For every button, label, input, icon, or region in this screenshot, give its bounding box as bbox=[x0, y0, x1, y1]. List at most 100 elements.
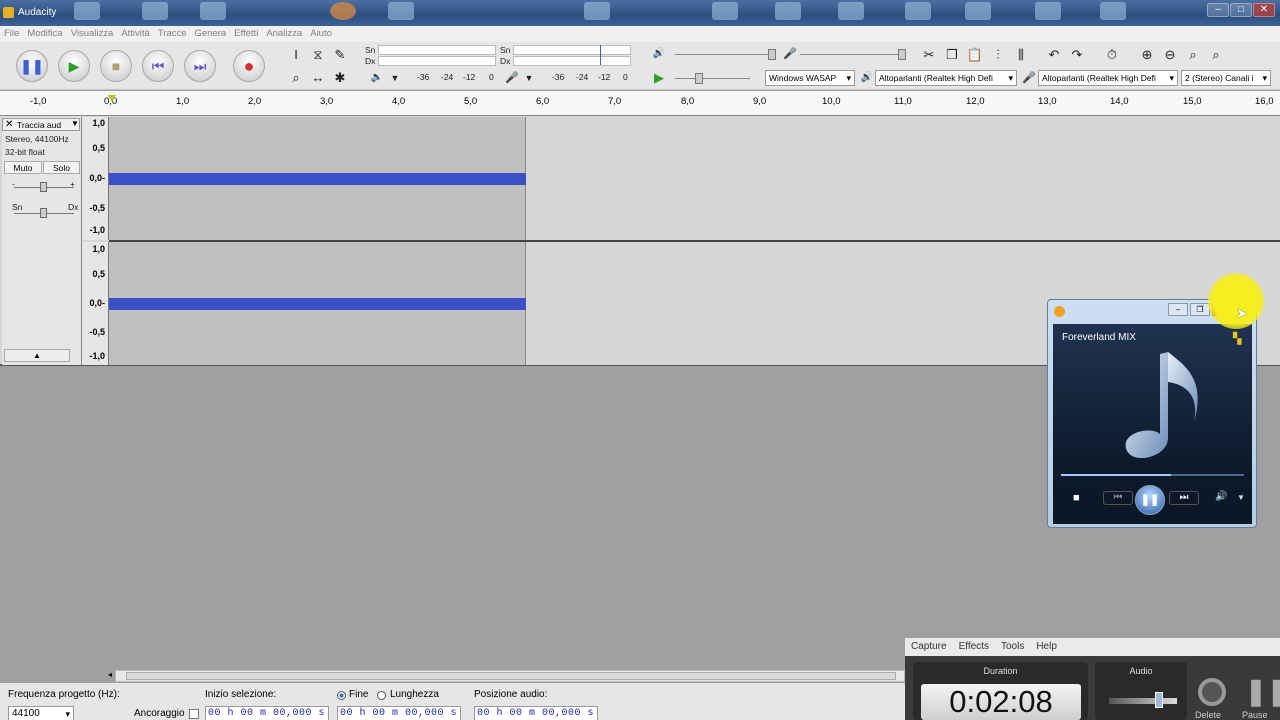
waveform-channel-left[interactable] bbox=[109, 117, 1280, 240]
play-speed-thumb[interactable] bbox=[695, 73, 703, 84]
input-volume-slider[interactable] bbox=[800, 54, 905, 55]
output-volume-slider[interactable] bbox=[675, 54, 770, 55]
menu-tracce[interactable]: Tracce bbox=[158, 26, 192, 42]
track-title-bar[interactable]: ✕ Traccia aud ▼ bbox=[2, 118, 80, 131]
meter-tick: -12 bbox=[463, 72, 476, 82]
menu-modifica[interactable]: Modifica bbox=[27, 26, 67, 42]
paste-icon[interactable]: 📋 bbox=[966, 46, 984, 64]
silence-icon[interactable]: ⫼ bbox=[1012, 46, 1030, 64]
menu-analizza[interactable]: Analizza bbox=[266, 26, 307, 42]
recorder-menu-capture[interactable]: Capture bbox=[905, 638, 953, 656]
zoom-tool-icon[interactable]: ⌕ bbox=[287, 69, 305, 87]
envelope-tool-icon[interactable]: ⧖ bbox=[309, 46, 327, 64]
recorder-menu-help[interactable]: Help bbox=[1030, 638, 1063, 656]
switch-to-library-icon[interactable]: ▚ bbox=[1233, 332, 1241, 345]
stop-button[interactable]: ■ bbox=[100, 50, 132, 82]
menu-visualizza[interactable]: Visualizza bbox=[71, 26, 119, 42]
undo-icon[interactable]: ↶ bbox=[1045, 46, 1063, 64]
channels-select[interactable]: 2 (Stereo) Canali i bbox=[1181, 70, 1271, 86]
fit-selection-icon[interactable]: ⌕ bbox=[1184, 46, 1202, 64]
playhead-marker[interactable] bbox=[108, 95, 116, 102]
play-button[interactable]: ▶ bbox=[58, 50, 90, 82]
menu-file[interactable]: File bbox=[4, 26, 24, 42]
recorder-menu-effects[interactable]: Effects bbox=[953, 638, 995, 656]
selection-start-time[interactable]: 00 h 00 m 00,000 s bbox=[205, 706, 329, 720]
taskbar-thumb-icon bbox=[388, 2, 414, 20]
fit-project-icon[interactable]: ⌕ bbox=[1207, 46, 1225, 64]
chevron-down-icon[interactable]: ▼ bbox=[1237, 493, 1245, 502]
input-volume-thumb[interactable] bbox=[898, 49, 906, 60]
menu-aiuto[interactable]: Aiuto bbox=[310, 26, 337, 42]
redo-icon[interactable]: ↷ bbox=[1068, 46, 1086, 64]
copy-icon[interactable]: ❐ bbox=[943, 46, 961, 64]
recorder-menu-tools[interactable]: Tools bbox=[995, 638, 1030, 656]
pause-icon[interactable]: ❚❚ bbox=[1135, 485, 1165, 515]
stop-icon[interactable]: ■ bbox=[1073, 492, 1080, 504]
output-device-select[interactable]: Altoparlanti (Realtek High Defi bbox=[875, 70, 1017, 86]
track-menu-chevron-icon[interactable]: ▼ bbox=[71, 119, 79, 128]
speaker-icon[interactable]: 🔈 bbox=[368, 69, 386, 87]
chevron-down-icon[interactable]: ▼ bbox=[386, 69, 404, 87]
menu-attivita[interactable]: Attività bbox=[121, 26, 155, 42]
meter-tick: -36 bbox=[552, 72, 565, 82]
selection-tool-icon[interactable]: I bbox=[287, 46, 305, 64]
audio-position-time[interactable]: 00 h 00 m 00,000 s bbox=[474, 706, 598, 720]
scroll-left-icon[interactable]: ◂ bbox=[108, 670, 112, 679]
audio-host-select[interactable]: Windows WASAP bbox=[765, 70, 855, 86]
audio-clip[interactable] bbox=[109, 242, 526, 365]
scrollbar-thumb[interactable] bbox=[126, 672, 896, 680]
meter-tick: -24 bbox=[441, 72, 454, 82]
output-volume-thumb[interactable] bbox=[768, 49, 776, 60]
delete-icon[interactable] bbox=[1198, 678, 1226, 706]
audio-level-slider[interactable] bbox=[1109, 698, 1177, 704]
length-radio[interactable] bbox=[377, 691, 386, 700]
close-icon[interactable]: ✕ bbox=[1253, 3, 1275, 17]
previous-icon[interactable]: ⏮ bbox=[1103, 491, 1133, 505]
zoom-out-icon[interactable]: ⊖ bbox=[1161, 46, 1179, 64]
horizontal-scrollbar[interactable]: ◂ bbox=[108, 670, 905, 682]
microphone-icon[interactable]: 🎤 bbox=[503, 69, 521, 87]
close-track-icon[interactable]: ✕ bbox=[5, 119, 13, 130]
pan-slider-thumb[interactable] bbox=[40, 208, 47, 218]
draw-tool-icon[interactable]: ✎ bbox=[331, 46, 349, 64]
maximize-icon[interactable]: □ bbox=[1230, 3, 1252, 17]
zoom-in-icon[interactable]: ⊕ bbox=[1138, 46, 1156, 64]
audio-clip[interactable] bbox=[109, 117, 526, 240]
next-icon[interactable]: ⏭ bbox=[1169, 491, 1199, 505]
volume-icon[interactable]: 🔊 bbox=[1215, 491, 1227, 502]
play-at-speed-icon[interactable]: ▶ bbox=[650, 69, 668, 87]
restore-icon[interactable]: ❐ bbox=[1190, 303, 1210, 316]
mute-button[interactable]: Muto bbox=[4, 161, 42, 174]
minimize-icon[interactable]: – bbox=[1168, 303, 1188, 316]
gain-slider-thumb[interactable] bbox=[40, 182, 47, 192]
timeline-ruler[interactable]: -1,0 0,0 1,0 2,0 3,0 4,0 5,0 6,0 7,0 8,0… bbox=[0, 91, 1280, 116]
end-radio[interactable] bbox=[337, 691, 346, 700]
trim-icon[interactable]: ⫶ bbox=[989, 46, 1007, 64]
solo-button[interactable]: Solo bbox=[43, 161, 80, 174]
pause-button[interactable]: ❚❚ bbox=[16, 50, 48, 82]
pause-icon[interactable]: ❚❚ bbox=[1245, 676, 1280, 707]
cut-icon[interactable]: ✂ bbox=[920, 46, 938, 64]
media-player-icon bbox=[1054, 306, 1065, 317]
multi-tool-icon[interactable]: ✱ bbox=[331, 69, 349, 87]
audio-level-thumb[interactable] bbox=[1155, 692, 1163, 708]
selection-end-time[interactable]: 00 h 00 m 00,000 s bbox=[337, 706, 461, 720]
collapse-track-icon[interactable]: ▲ bbox=[4, 349, 70, 362]
skip-to-end-button[interactable]: ⏭ bbox=[184, 50, 216, 82]
timeshift-tool-icon[interactable]: ↔ bbox=[309, 69, 327, 87]
menu-genera[interactable]: Genera bbox=[195, 26, 232, 42]
chevron-down-icon[interactable]: ▼ bbox=[520, 69, 538, 87]
sync-lock-icon[interactable]: ⏱ bbox=[1103, 46, 1121, 64]
input-device-select[interactable]: Altoparlanti (Realtek High Defi bbox=[1038, 70, 1178, 86]
play-speed-slider[interactable] bbox=[675, 78, 750, 79]
menu-effetti[interactable]: Effetti bbox=[234, 26, 263, 42]
minimize-icon[interactable]: – bbox=[1207, 3, 1229, 17]
skip-to-start-button[interactable]: ⏮ bbox=[142, 50, 174, 82]
track-name: Traccia aud bbox=[17, 120, 62, 130]
audacity-app-icon bbox=[3, 7, 14, 18]
ruler-label: 15,0 bbox=[1183, 96, 1202, 107]
project-rate-select[interactable]: 44100 bbox=[8, 706, 74, 720]
seek-progress bbox=[1061, 474, 1171, 476]
snap-checkbox[interactable] bbox=[189, 709, 199, 719]
record-button[interactable]: ● bbox=[233, 50, 265, 82]
